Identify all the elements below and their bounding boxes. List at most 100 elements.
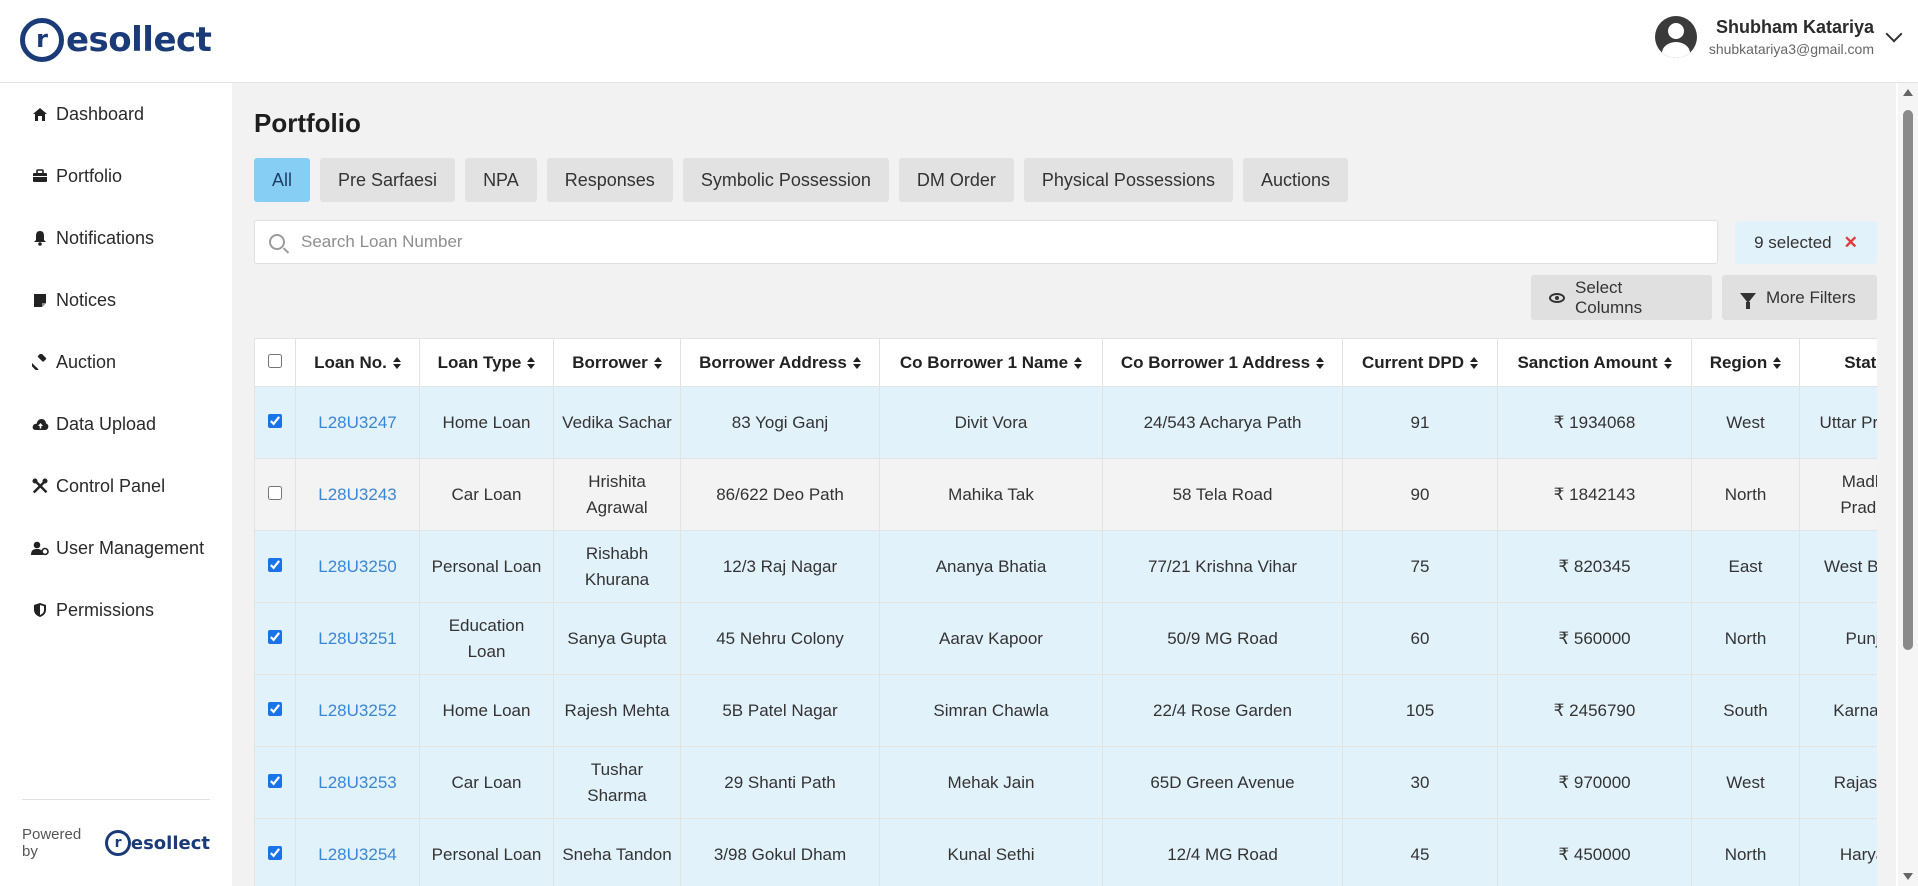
tab-physical-possessions[interactable]: Physical Possessions (1023, 158, 1233, 202)
table-cell: ₹ 2456790 (1497, 674, 1692, 747)
column-header-sanction-amount[interactable]: Sanction Amount (1497, 338, 1692, 387)
table-cell: Rajasthan (1799, 746, 1877, 819)
table-row[interactable]: L28U3253 Car Loan Tushar Sharma 29 Shant… (254, 746, 1877, 819)
row-checkbox[interactable] (268, 557, 282, 572)
tab-all[interactable]: All (254, 158, 311, 202)
search-input[interactable] (301, 232, 1681, 252)
avatar-icon (1654, 16, 1697, 58)
table-row[interactable]: L28U3252 Home Loan Rajesh Mehta 5B Patel… (254, 674, 1877, 747)
more-filters-button[interactable]: More Filters (1722, 275, 1877, 320)
row-checkbox[interactable] (268, 845, 282, 860)
table-cell: ₹ 560000 (1497, 602, 1692, 675)
row-checkbox[interactable] (268, 485, 282, 500)
scroll-up-icon[interactable] (1903, 89, 1913, 96)
tab-pre-sarfaesi[interactable]: Pre Sarfaesi (320, 158, 456, 202)
sidebar-item-user-management[interactable]: User Management (0, 517, 232, 579)
column-header-borrower-address[interactable]: Borrower Address (680, 338, 880, 387)
sort-icon (1663, 357, 1672, 370)
tab-responses[interactable]: Responses (546, 158, 673, 202)
page-title: Portfolio (254, 108, 361, 138)
tab-auctions[interactable]: Auctions (1242, 158, 1349, 202)
table-cell: Karnataka (1799, 674, 1877, 747)
column-header-current-dpd[interactable]: Current DPD (1342, 338, 1498, 387)
table-cell: 60 (1342, 602, 1498, 675)
close-icon[interactable]: ✕ (1844, 233, 1858, 253)
column-header-co-borrower-address[interactable]: Co Borrower 1 Address (1102, 338, 1343, 387)
chevron-down-icon[interactable] (1885, 25, 1903, 43)
column-header-borrower[interactable]: Borrower (553, 338, 681, 387)
table-cell: North (1691, 818, 1800, 886)
top-bar: r esollect Shubham Katariya shubkatariya… (0, 0, 1918, 83)
selected-count-label: 9 selected (1754, 232, 1832, 252)
table-row[interactable]: L28U3247 Home Loan Vedika Sachar 83 Yogi… (254, 386, 1877, 459)
vertical-scrollbar[interactable] (1898, 83, 1918, 886)
table-row[interactable]: L28U3251 Education Loan Sanya Gupta 45 N… (254, 602, 1877, 675)
briefcase-icon (30, 167, 50, 185)
scrollbar-thumb[interactable] (1903, 110, 1913, 650)
tab-symbolic-possession[interactable]: Symbolic Possession (682, 158, 889, 202)
column-header-region[interactable]: Region (1691, 338, 1800, 387)
table-cell: 3/98 Gokul Dham (680, 818, 880, 886)
table-cell: Sneha Tandon (553, 818, 681, 886)
sidebar-item-control-panel[interactable]: Control Panel (0, 455, 232, 517)
sidebar-item-label: Portfolio (56, 165, 123, 186)
user-menu[interactable]: Shubham Katariya shubkatariya3@gmail.com (1654, 16, 1903, 58)
table-cell: North (1691, 602, 1800, 675)
table-cell: Punjab (1799, 602, 1877, 675)
column-header-loan-type[interactable]: Loan Type (419, 338, 554, 387)
sidebar-item-auction[interactable]: Auction (0, 331, 232, 393)
main-content: Portfolio All Pre Sarfaesi NPA Responses… (232, 83, 1896, 886)
loan-number-link[interactable]: L28U3252 (318, 701, 396, 720)
table-cell: Education Loan (419, 602, 554, 675)
search-bar (254, 220, 1718, 264)
table-cell: 30 (1342, 746, 1498, 819)
row-checkbox[interactable] (268, 701, 282, 716)
column-header-co-borrower-name[interactable]: Co Borrower 1 Name (879, 338, 1103, 387)
sidebar-item-portfolio[interactable]: Portfolio (0, 145, 232, 207)
portfolio-table: Loan No. Loan Type Borrower Borrower Add… (254, 338, 1877, 886)
select-all-checkbox[interactable] (268, 353, 282, 368)
column-header-loan-no[interactable]: Loan No. (295, 338, 420, 387)
table-row[interactable]: L28U3243 Car Loan Hrishita Agrawal 86/62… (254, 458, 1877, 531)
loan-number-link[interactable]: L28U3254 (318, 845, 396, 864)
tab-npa[interactable]: NPA (465, 158, 537, 202)
table-cell: 29 Shanti Path (680, 746, 880, 819)
loan-number-link[interactable]: L28U3243 (318, 485, 396, 504)
table-cell: Simran Chawla (879, 674, 1103, 747)
loan-number-link[interactable]: L28U3250 (318, 557, 396, 576)
table-cell: Home Loan (419, 674, 554, 747)
tab-dm-order[interactable]: DM Order (898, 158, 1014, 202)
sidebar-item-data-upload[interactable]: Data Upload (0, 393, 232, 455)
tools-icon (30, 477, 50, 495)
eye-icon (1549, 292, 1565, 303)
scroll-down-icon[interactable] (1903, 873, 1913, 880)
sidebar-item-notices[interactable]: Notices (0, 269, 232, 331)
table-cell: 58 Tela Road (1102, 458, 1343, 531)
select-columns-button[interactable]: Select Columns (1531, 275, 1712, 320)
sidebar-item-permissions[interactable]: Permissions (0, 579, 232, 641)
row-checkbox[interactable] (268, 773, 282, 788)
table-cell: Personal Loan (419, 530, 554, 603)
table-cell: 12/4 MG Road (1102, 818, 1343, 886)
loan-number-link[interactable]: L28U3247 (318, 413, 396, 432)
table-row[interactable]: L28U3250 Personal Loan Rishabh Khurana 1… (254, 530, 1877, 603)
sort-icon (527, 357, 536, 370)
table-cell: 91 (1342, 386, 1498, 459)
more-filters-label: More Filters (1766, 287, 1856, 307)
column-header-state[interactable]: State (1799, 338, 1877, 387)
row-checkbox[interactable] (268, 629, 282, 644)
sidebar-item-notifications[interactable]: Notifications (0, 207, 232, 269)
loan-number-link[interactable]: L28U3251 (318, 629, 396, 648)
sort-icon (1074, 357, 1083, 370)
footer-logo-mark: r (105, 830, 131, 856)
user-gear-icon (30, 539, 50, 557)
brand-logo[interactable]: r esollect (20, 18, 212, 62)
row-checkbox[interactable] (268, 413, 282, 428)
table-cell: West (1691, 746, 1800, 819)
table-cell: 12/3 Raj Nagar (680, 530, 880, 603)
footer-logo-text: esollect (130, 832, 210, 854)
table-row[interactable]: L28U3254 Personal Loan Sneha Tandon 3/98… (254, 818, 1877, 886)
sidebar-item-dashboard[interactable]: Dashboard (0, 83, 232, 145)
loan-number-link[interactable]: L28U3253 (318, 773, 396, 792)
table-cell: Sanya Gupta (553, 602, 681, 675)
